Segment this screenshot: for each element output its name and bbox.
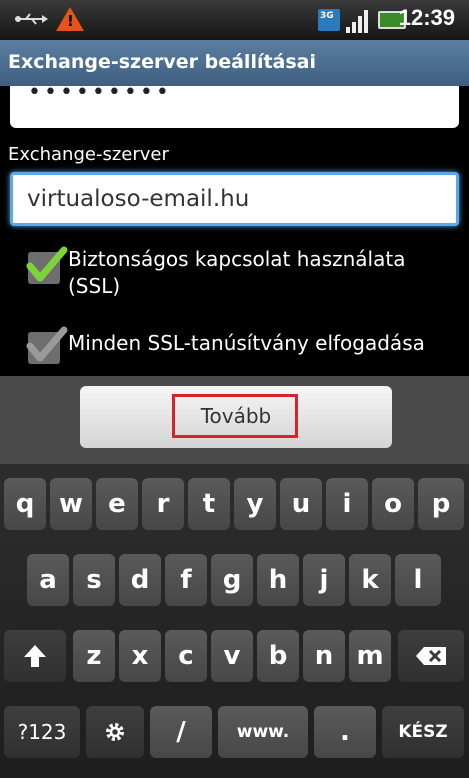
backspace-key[interactable] — [398, 630, 464, 682]
button-bar: Tovább — [0, 376, 469, 464]
key-q[interactable]: q — [4, 478, 46, 530]
key-x[interactable]: x — [119, 630, 161, 682]
ssl-checkbox-label[interactable]: Biztonságos kapcsolat használata (SSL) — [68, 246, 428, 300]
server-input[interactable]: virtualoso-email.hu — [10, 172, 459, 226]
key-g[interactable]: g — [211, 554, 253, 606]
next-button-label: Tovább — [200, 404, 272, 428]
key-d[interactable]: d — [119, 554, 161, 606]
key-z[interactable]: z — [73, 630, 115, 682]
key-t[interactable]: t — [188, 478, 230, 530]
soft-keyboard: q w e r t y u i o p a s d f g h j k l z … — [0, 464, 469, 778]
checkmark-icon — [26, 246, 68, 282]
shift-arrow-icon — [24, 645, 46, 667]
password-mask: ••••••••• — [28, 80, 172, 105]
server-input-value: virtualoso-email.hu — [27, 186, 250, 212]
clock: 12:39 — [398, 5, 455, 30]
key-i[interactable]: i — [326, 478, 368, 530]
key-l[interactable]: l — [395, 554, 441, 606]
key-p[interactable]: p — [418, 478, 464, 530]
status-bar: ! 3G 12:39 — [0, 0, 469, 40]
key-s[interactable]: s — [73, 554, 115, 606]
dot-key[interactable]: . — [314, 706, 376, 758]
shift-key[interactable] — [4, 630, 66, 682]
server-label: Exchange-szerver — [8, 144, 169, 165]
done-key[interactable]: KÉSZ — [382, 706, 464, 758]
key-o[interactable]: o — [372, 478, 414, 530]
symbols-key[interactable]: ?123 — [4, 706, 80, 758]
password-field[interactable]: ••••••••• — [10, 80, 459, 128]
key-y[interactable]: y — [234, 478, 276, 530]
page-title: Exchange-szerver beállításai — [8, 51, 317, 73]
key-v[interactable]: v — [211, 630, 253, 682]
key-c[interactable]: c — [165, 630, 207, 682]
key-h[interactable]: h — [257, 554, 299, 606]
backspace-icon — [416, 647, 446, 665]
key-r[interactable]: r — [142, 478, 184, 530]
settings-key[interactable] — [86, 706, 144, 758]
key-e[interactable]: e — [96, 478, 138, 530]
key-j[interactable]: j — [303, 554, 345, 606]
key-u[interactable]: u — [280, 478, 322, 530]
usb-icon — [15, 13, 48, 25]
settings-form: ••••••••• Exchange-szerver virtualoso-em… — [0, 80, 469, 376]
checkmark-icon — [26, 326, 68, 362]
gear-icon — [106, 723, 124, 741]
key-a[interactable]: a — [27, 554, 69, 606]
key-n[interactable]: n — [303, 630, 345, 682]
signal-bars-icon — [346, 9, 372, 33]
slash-key[interactable]: / — [150, 706, 212, 758]
warning-icon: ! — [56, 7, 84, 31]
key-b[interactable]: b — [257, 630, 299, 682]
key-k[interactable]: k — [349, 554, 391, 606]
accept-cert-checkbox[interactable] — [26, 326, 68, 364]
ssl-checkbox[interactable] — [26, 246, 68, 284]
accept-cert-checkbox-label[interactable]: Minden SSL-tanúsítvány elfogadása — [68, 330, 425, 357]
network-3g-icon: 3G — [318, 9, 340, 31]
key-w[interactable]: w — [50, 478, 92, 530]
key-m[interactable]: m — [349, 630, 391, 682]
www-key[interactable]: www. — [218, 706, 308, 758]
next-button[interactable]: Tovább — [80, 386, 392, 448]
key-f[interactable]: f — [165, 554, 207, 606]
